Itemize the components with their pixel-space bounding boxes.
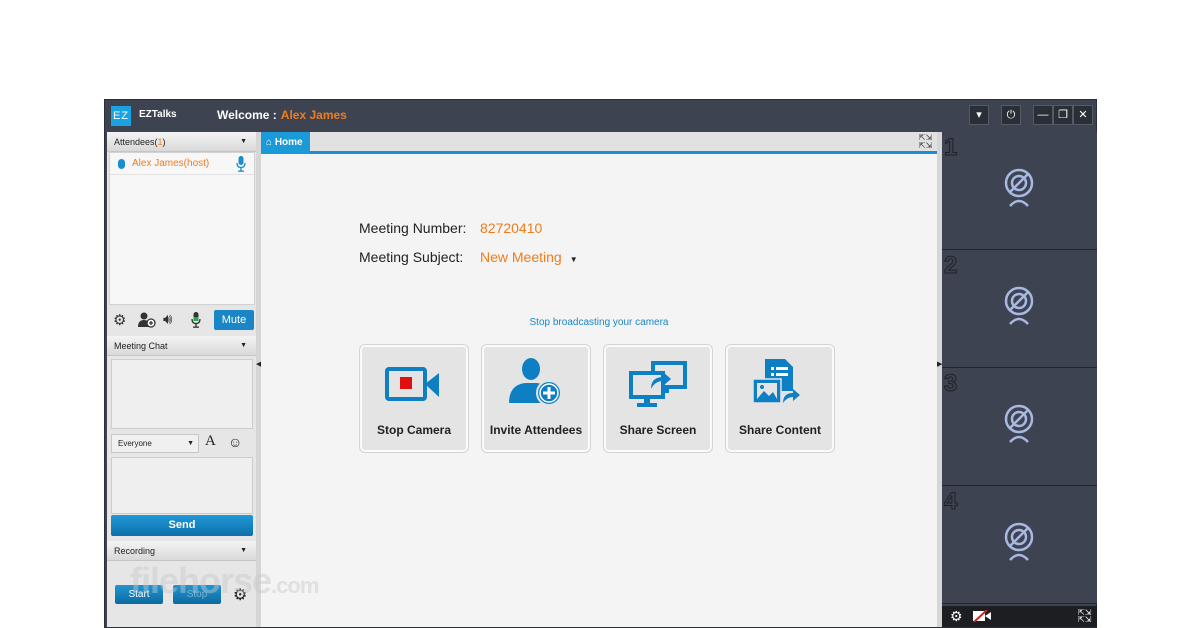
video-slot[interactable]: 4 [942, 486, 1097, 604]
mouse-icon [118, 159, 125, 169]
invite-user-icon [509, 358, 562, 406]
attendee-name: Alex James(host) [132, 158, 210, 169]
video-panel: 1 2 3 4 [942, 132, 1097, 606]
video-slot[interactable]: 2 [942, 250, 1097, 368]
video-slot-number: 4 [943, 488, 958, 516]
meeting-number-row: Meeting Number: 82720410 [359, 220, 542, 236]
meeting-number-label: Meeting Number: [359, 220, 467, 236]
attendees-header[interactable]: Attendees(1) ▼ [107, 132, 257, 152]
user-name: Alex James [280, 108, 347, 122]
title-bar: EZ EZTalks Welcome : Alex James ▾ ⏻ — ❐ ✕ [105, 100, 1096, 131]
chat-messages-area [111, 359, 253, 429]
left-sidebar: Attendees(1) ▼ Alex James(host) ⚙ 🔊︎ Mut… [107, 132, 257, 627]
video-settings-gear-icon[interactable]: ⚙ [950, 608, 963, 625]
video-slot-number: 2 [943, 252, 958, 280]
meeting-subject-value[interactable]: New Meeting [480, 249, 562, 265]
meeting-number-value: 82720410 [480, 220, 543, 236]
video-slot[interactable]: 3 [942, 368, 1097, 486]
menu-dropdown-button[interactable]: ▾ [969, 105, 989, 125]
mute-button[interactable]: Mute [214, 310, 254, 330]
no-camera-icon [1004, 404, 1034, 443]
invite-attendees-button[interactable]: Invite Attendees [482, 345, 590, 452]
app-name: EZTalks [139, 109, 177, 120]
attendee-item[interactable]: Alex James(host) [110, 153, 254, 175]
caret-down-icon: ▼ [240, 547, 247, 554]
close-button[interactable]: ✕ [1073, 105, 1093, 125]
share-content-icon [752, 359, 800, 404]
power-button[interactable]: ⏻ [1001, 105, 1021, 125]
stop-camera-button[interactable]: Stop Camera [360, 345, 468, 452]
emoji-icon[interactable]: ☺ [228, 434, 242, 450]
meeting-subject-row: Meeting Subject: New Meeting ▼ [359, 249, 578, 265]
recording-controls: Start Stop ⚙ [107, 561, 257, 621]
welcome-label: Welcome : [217, 108, 277, 122]
camera-stop-icon [385, 367, 439, 401]
microphone-icon[interactable] [191, 312, 201, 328]
start-recording-button[interactable]: Start [115, 585, 163, 604]
chat-input[interactable] [111, 457, 253, 514]
caret-down-icon: ▼ [240, 138, 247, 145]
speaker-icon[interactable]: 🔊︎ [163, 311, 172, 328]
tab-home[interactable]: ⌂ Home [261, 132, 310, 154]
video-slot[interactable]: 1 [942, 132, 1097, 250]
tab-bar: ⌂ Home ⇱⇲ ⇱⇲ [261, 132, 937, 154]
camera-hint: Stop broadcasting your camera [529, 317, 669, 328]
restore-button[interactable]: ❐ [1053, 105, 1073, 125]
no-camera-icon [1004, 522, 1034, 561]
share-content-button[interactable]: Share Content [726, 345, 834, 452]
chat-options-row: Everyone ▼ A ☺ [107, 433, 257, 457]
video-footer-toolbar: ⚙ ⇱⇲ ⇱⇲ [942, 606, 1097, 627]
eztalks-window: EZ EZTalks Welcome : Alex James ▾ ⏻ — ❐ ✕… [104, 99, 1097, 628]
chat-recipient-select[interactable]: Everyone ▼ [111, 434, 199, 453]
share-screen-button[interactable]: Share Screen [604, 345, 712, 452]
add-user-icon[interactable] [138, 312, 156, 328]
settings-gear-icon[interactable]: ⚙ [113, 311, 126, 329]
restore-icon: ❐ [1058, 109, 1068, 121]
video-slot-number: 1 [943, 134, 958, 162]
minimize-button[interactable]: — [1033, 105, 1053, 125]
fullscreen-icon[interactable]: ⇱⇲ ⇱⇲ [1078, 609, 1091, 624]
app-logo: EZ [111, 106, 131, 126]
recording-settings-gear-icon[interactable]: ⚙ [233, 585, 247, 605]
share-screen-icon [629, 361, 687, 407]
main-content: ⌂ Home ⇱⇲ ⇱⇲ Meeting Number: 82720410 Meet… [261, 132, 937, 627]
camera-off-icon[interactable] [973, 610, 991, 622]
caret-down-icon: ▼ [187, 440, 194, 447]
caret-down-icon[interactable]: ▼ [570, 255, 578, 264]
close-icon: ✕ [1078, 109, 1088, 121]
welcome-text: Welcome : Alex James [217, 108, 347, 122]
meeting-subject-label: Meeting Subject: [359, 249, 464, 265]
font-icon[interactable]: A [205, 433, 216, 450]
caret-down-icon: ▼ [240, 342, 247, 349]
video-slot-number: 3 [943, 370, 958, 398]
send-button[interactable]: Send [111, 515, 253, 536]
stop-recording-button[interactable]: Stop [173, 585, 221, 604]
home-icon: ⌂ [266, 137, 273, 148]
audio-toolbar: ⚙ 🔊︎ Mute [107, 308, 257, 332]
attendees-list: Alex James(host) [109, 152, 255, 305]
power-icon: ⏻ [1006, 109, 1016, 121]
fullscreen-icon[interactable]: ⇱⇲ ⇱⇲ [917, 134, 934, 151]
no-camera-icon [1004, 168, 1034, 207]
recording-header[interactable]: Recording ▼ [107, 541, 257, 561]
no-camera-icon [1004, 286, 1034, 325]
meeting-chat-header[interactable]: Meeting Chat ▼ [107, 336, 257, 356]
dropdown-icon: ▾ [976, 109, 982, 121]
microphone-icon[interactable] [236, 156, 246, 172]
minimize-icon: — [1037, 109, 1049, 121]
